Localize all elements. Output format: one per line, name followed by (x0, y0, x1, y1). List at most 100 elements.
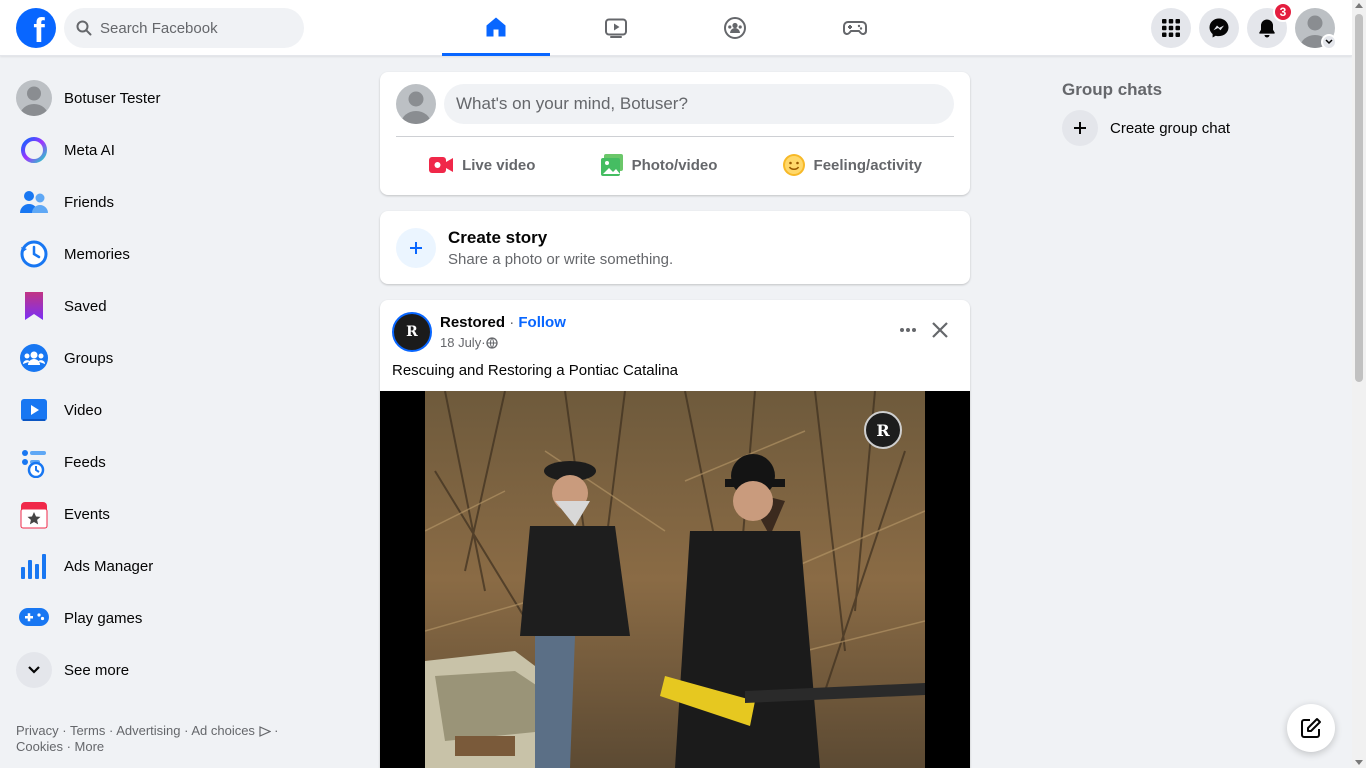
sidebar-item-events[interactable]: Events (8, 488, 352, 540)
post-author[interactable]: Restored (440, 314, 505, 331)
page-avatar[interactable]: R (392, 312, 432, 352)
top-navigation-bar: f 3 (0, 0, 1352, 56)
tab-video[interactable] (562, 0, 670, 56)
privacy-link[interactable]: Privacy (16, 723, 59, 738)
divider (396, 136, 954, 137)
sidebar-item-label: Groups (64, 349, 114, 367)
sidebar-item-label: Memories (64, 245, 130, 263)
facebook-logo[interactable]: f (16, 8, 56, 48)
meta-ai-icon (21, 137, 47, 163)
scroll-down-arrow-icon[interactable] (1355, 760, 1363, 765)
post-composer: What's on your mind, Botuser? Live video… (380, 72, 970, 195)
friends-icon (20, 191, 48, 213)
sidebar-item-feeds[interactable]: Feeds (8, 436, 352, 488)
create-story-card[interactable]: Create story Share a photo or write some… (380, 211, 970, 284)
notifications-button[interactable]: 3 (1247, 2, 1293, 48)
post-date[interactable]: 18 July (440, 335, 481, 350)
sidebar-item-ads-manager[interactable]: Ads Manager (8, 540, 352, 592)
sidebar-item-label: See more (64, 661, 130, 679)
notification-count-badge: 3 (1273, 2, 1293, 22)
groups-icon (20, 344, 48, 372)
sidebar-item-play-games[interactable]: Play games (8, 592, 352, 644)
sidebar-item-see-more[interactable]: See more (8, 644, 352, 696)
search-icon (76, 20, 92, 36)
tab-gaming[interactable] (801, 0, 909, 56)
plus-icon (1062, 110, 1098, 146)
menu-button[interactable] (1151, 8, 1191, 48)
more-link[interactable]: More (75, 739, 105, 754)
photo-video-button[interactable]: Photo/video (600, 153, 717, 177)
memories-icon (20, 240, 48, 268)
tab-home[interactable] (442, 0, 550, 56)
chevron-down-icon (28, 666, 40, 674)
chevron-down-icon (1321, 34, 1337, 50)
feeds-icon (22, 450, 46, 478)
search-box[interactable] (64, 8, 304, 48)
post-text: Rescuing and Restoring a Pontiac Catalin… (392, 362, 679, 379)
create-story-title: Create story (448, 227, 548, 247)
ads-manager-icon (21, 554, 46, 579)
globe-icon (485, 336, 498, 349)
close-icon (932, 322, 948, 338)
plus-icon (396, 227, 436, 268)
home-icon (486, 17, 506, 36)
live-video-button[interactable]: Live video (428, 155, 535, 175)
bell-icon (1259, 19, 1275, 38)
sidebar-item-label: Ads Manager (64, 557, 154, 575)
new-message-button[interactable] (1287, 704, 1335, 752)
create-group-chat-label: Create group chat (1110, 119, 1231, 137)
cookies-link[interactable]: Cookies (16, 739, 63, 754)
sidebar-item-friends[interactable]: Friends (8, 176, 352, 228)
live-video-icon (429, 157, 454, 173)
terms-link[interactable]: Terms (70, 723, 105, 738)
more-icon (900, 328, 916, 332)
saved-icon (25, 292, 43, 320)
whats-on-your-mind-input[interactable]: What's on your mind, Botuser? (444, 84, 954, 124)
sidebar-item-label: Events (64, 505, 110, 523)
tab-groups[interactable] (681, 0, 789, 56)
sidebar-item-saved[interactable]: Saved (8, 280, 352, 332)
sidebar-item-label: Feeds (64, 453, 106, 471)
video-frame[interactable]: R (425, 391, 925, 768)
sidebar-item-video[interactable]: Video (8, 384, 352, 436)
sidebar-item-memories[interactable]: Memories (8, 228, 352, 280)
sidebar-item-profile[interactable]: Botuser Tester (8, 72, 352, 124)
left-sidebar: Botuser Tester Meta AI Friends Memories … (8, 72, 352, 696)
create-story-subtitle: Share a photo or write something. (448, 250, 674, 268)
create-group-chat-button[interactable]: Create group chat (1062, 110, 1342, 146)
advertising-link[interactable]: Advertising (116, 723, 180, 738)
messenger-button[interactable] (1199, 8, 1239, 48)
video-icon (605, 18, 627, 38)
sidebar-item-label: Meta AI (64, 141, 115, 159)
main-feed: What's on your mind, Botuser? Live video… (380, 72, 970, 768)
smiley-icon (782, 154, 805, 176)
groups-icon (724, 17, 746, 39)
post-video[interactable]: R (380, 391, 970, 768)
gaming-icon (843, 21, 867, 35)
scrollbar-thumb[interactable] (1355, 14, 1363, 382)
sidebar-item-label: Botuser Tester (64, 89, 161, 107)
group-chats-heading: Group chats (1062, 80, 1163, 99)
more-options-button[interactable] (898, 320, 918, 345)
sidebar-item-label: Friends (64, 193, 115, 211)
avatar[interactable] (396, 84, 436, 124)
search-input[interactable] (100, 19, 290, 37)
avatar (16, 80, 52, 116)
ad-choices-link[interactable]: Ad choices (191, 723, 255, 738)
hide-post-button[interactable] (930, 320, 950, 345)
sidebar-item-label: Play games (64, 609, 143, 627)
svg-text:R: R (876, 421, 890, 440)
sidebar-item-groups[interactable]: Groups (8, 332, 352, 384)
ad-choices-icon (258, 726, 272, 737)
sidebar-item-label: Video (64, 401, 103, 419)
scroll-up-arrow-icon[interactable] (1355, 3, 1363, 8)
feeling-activity-button[interactable]: Feeling/activity (782, 153, 922, 177)
messenger-icon (1209, 18, 1229, 38)
play-games-icon (19, 608, 49, 626)
account-button[interactable] (1295, 8, 1337, 50)
follow-button[interactable]: Follow (518, 314, 566, 331)
compose-icon (1301, 718, 1321, 738)
sidebar-item-meta-ai[interactable]: Meta AI (8, 124, 352, 176)
page-scrollbar[interactable] (1352, 0, 1366, 768)
footer-links: Privacy · Terms · Advertising · Ad choic… (16, 723, 279, 754)
